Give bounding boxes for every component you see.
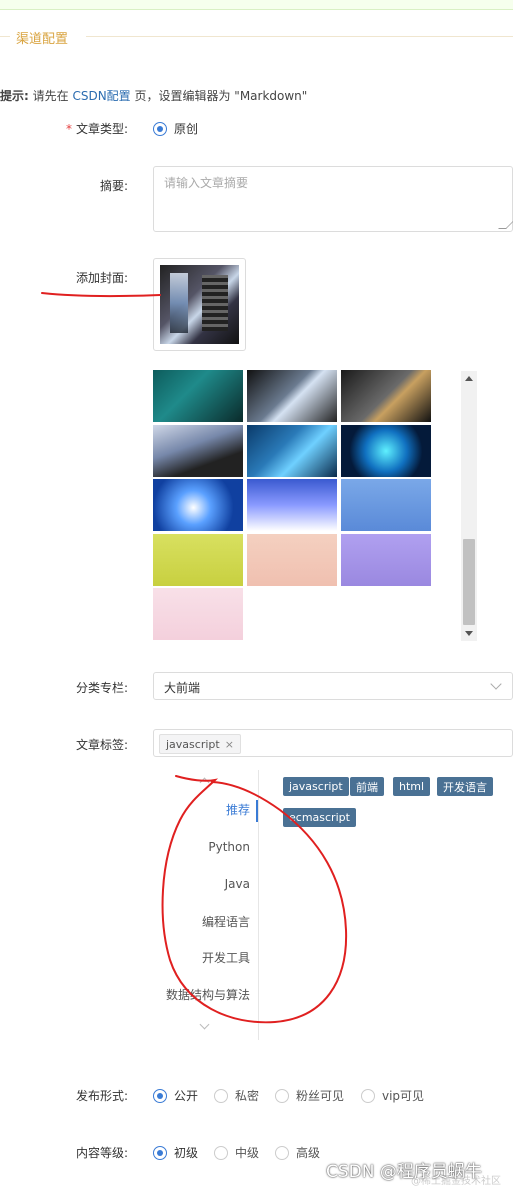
suggested-tag-dev-language[interactable]: 开发语言	[437, 777, 493, 796]
summary-placeholder: 请输入文章摘要	[164, 176, 249, 190]
cover-thumb-5[interactable]	[247, 425, 337, 477]
csdn-config-link[interactable]: CSDN配置	[72, 89, 130, 103]
suggested-tag-javascript[interactable]: javascript	[283, 777, 349, 796]
radio-label: 粉丝可见	[296, 1089, 345, 1103]
cover-upload-box[interactable]	[153, 258, 246, 351]
level-label: 内容等级:	[75, 1146, 128, 1160]
cover-thumb-10[interactable]	[153, 534, 243, 586]
top-notice-strip	[0, 0, 513, 10]
cover-thumb-12[interactable]	[341, 534, 431, 586]
publish-public-radio[interactable]: 公开	[153, 1087, 198, 1104]
cover-thumb-3[interactable]	[341, 370, 431, 422]
radio-label: 原创	[174, 122, 199, 136]
tip-text: 提示: 请先在 CSDN配置 页，设置编辑器为 "Markdown"	[0, 87, 307, 104]
radio-dot-icon	[275, 1145, 289, 1160]
tip-before: 请先在	[28, 89, 73, 103]
category-label: 分类专栏:	[75, 681, 128, 695]
scroll-up-icon[interactable]	[465, 376, 473, 381]
gallery-scrollbar[interactable]	[461, 371, 477, 641]
remove-tag-icon[interactable]: ×	[225, 738, 234, 751]
category-value: 大前端	[164, 681, 201, 695]
cover-label: 添加封面:	[75, 271, 128, 285]
article-type-label-text: 文章类型:	[75, 122, 128, 136]
tag-category-dev-tools[interactable]: 开发工具	[202, 949, 250, 966]
suggested-tag-ecmascript[interactable]: ecmascript	[283, 808, 356, 827]
publish-vip-radio[interactable]: vip可见	[361, 1087, 424, 1104]
radio-label: 公开	[174, 1089, 199, 1103]
tag-category-java[interactable]: Java	[225, 877, 250, 891]
selected-tag-chip: javascript ×	[159, 734, 241, 754]
radio-label: 初级	[174, 1146, 199, 1160]
tag-category-algorithms[interactable]: 数据结构与算法	[166, 986, 250, 1003]
tag-category-python[interactable]: Python	[208, 840, 250, 854]
selected-tag-label: javascript	[166, 737, 220, 751]
cover-thumb-6[interactable]	[341, 425, 431, 477]
cover-thumb-2[interactable]	[247, 370, 337, 422]
category-divider	[258, 770, 259, 1040]
cover-gallery	[153, 370, 478, 642]
publish-private-radio[interactable]: 私密	[214, 1087, 259, 1104]
annotation-underline	[41, 292, 161, 298]
watermark-csdn: CSDN @程序员蜗牛	[326, 1162, 482, 1182]
radio-dot-icon	[153, 1145, 167, 1160]
tip-prefix: 提示:	[0, 89, 29, 103]
resize-grip-icon[interactable]	[498, 221, 513, 229]
radio-dot-icon	[214, 1145, 228, 1160]
level-beginner-radio[interactable]: 初级	[153, 1144, 198, 1161]
summary-textarea[interactable]: 请输入文章摘要	[153, 166, 513, 232]
cover-thumb-7[interactable]	[153, 479, 243, 531]
scroll-down-icon[interactable]	[465, 631, 473, 636]
chevron-down-icon	[490, 678, 502, 690]
article-type-label: * 文章类型:	[0, 120, 128, 137]
publish-fans-radio[interactable]: 粉丝可见	[275, 1087, 344, 1104]
cover-thumb-13[interactable]	[153, 588, 243, 640]
radio-dot-icon	[153, 121, 167, 136]
tag-category-recommend[interactable]: 推荐	[226, 801, 250, 818]
level-intermediate-radio[interactable]: 中级	[214, 1144, 259, 1161]
radio-label: vip可见	[382, 1089, 425, 1103]
cover-thumb-4[interactable]	[153, 425, 243, 477]
category-select[interactable]: 大前端	[153, 672, 513, 700]
scroll-thumb[interactable]	[463, 539, 475, 625]
tags-input[interactable]: javascript ×	[153, 729, 513, 757]
radio-dot-icon	[214, 1088, 228, 1103]
tip-after: 页，设置编辑器为 "Markdown"	[130, 89, 308, 103]
level-advanced-radio[interactable]: 高级	[275, 1144, 320, 1161]
publish-label: 发布形式:	[75, 1089, 128, 1103]
tag-category-programming-languages[interactable]: 编程语言	[202, 913, 250, 930]
radio-label: 高级	[296, 1146, 321, 1160]
radio-label: 私密	[235, 1089, 260, 1103]
radio-dot-icon	[275, 1088, 289, 1103]
section-title: 渠道配置	[16, 32, 69, 47]
required-mark: *	[65, 122, 72, 136]
radio-dot-icon	[153, 1088, 167, 1103]
tags-label: 文章标签:	[75, 738, 128, 752]
radio-dot-icon	[361, 1088, 375, 1103]
cover-thumb-1[interactable]	[153, 370, 243, 422]
tag-category-list: 推荐 Python Java 编程语言 开发工具 数据结构与算法	[150, 770, 258, 1040]
radio-label: 中级	[235, 1146, 260, 1160]
suggested-tag-frontend[interactable]: 前端	[350, 777, 384, 796]
summary-label: 摘要:	[99, 179, 128, 193]
suggested-tag-html[interactable]: html	[393, 777, 431, 796]
cover-thumb-8[interactable]	[247, 479, 337, 531]
cover-preview-image	[160, 265, 239, 344]
article-type-original-radio[interactable]: 原创	[153, 120, 198, 137]
cover-thumb-9[interactable]	[341, 479, 431, 531]
cover-thumb-11[interactable]	[247, 534, 337, 586]
